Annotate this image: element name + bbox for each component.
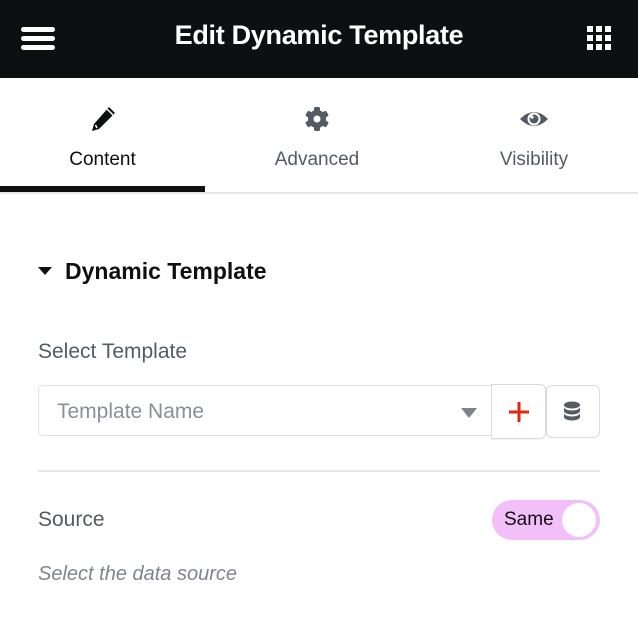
tab-content[interactable]: Content bbox=[0, 78, 205, 192]
source-helper-text: Select the data source bbox=[38, 563, 238, 585]
dynamic-data-button[interactable] bbox=[546, 385, 600, 438]
source-label: Source bbox=[38, 508, 105, 531]
divider bbox=[38, 470, 600, 472]
tab-advanced[interactable]: Advanced bbox=[217, 78, 417, 192]
top-bar: Edit Dynamic Template bbox=[0, 0, 638, 78]
toggle-knob bbox=[562, 503, 596, 537]
tab-label: Advanced bbox=[274, 149, 360, 170]
active-tab-indicator bbox=[0, 186, 205, 192]
database-icon bbox=[564, 401, 580, 421]
select-template-label: Select Template bbox=[38, 340, 188, 363]
source-toggle-label: Same bbox=[504, 509, 554, 530]
tab-bar: Content Advanced Visibility bbox=[0, 78, 638, 194]
plus-icon bbox=[509, 402, 529, 422]
template-select-placeholder: Template Name bbox=[57, 400, 205, 423]
template-select[interactable]: Template Name bbox=[38, 385, 492, 436]
grid-icon[interactable] bbox=[587, 26, 612, 51]
tab-label: Content bbox=[69, 149, 136, 170]
caret-down-icon bbox=[38, 266, 52, 275]
section-title: Dynamic Template bbox=[65, 258, 267, 284]
add-template-button[interactable] bbox=[491, 384, 546, 439]
panel-title: Edit Dynamic Template bbox=[174, 20, 464, 50]
tab-label: Visibility bbox=[499, 149, 569, 170]
dropdown-arrow-icon bbox=[461, 408, 477, 418]
source-toggle[interactable]: Same bbox=[492, 500, 600, 540]
gear-icon bbox=[302, 104, 332, 139]
tab-visibility[interactable]: Visibility bbox=[434, 78, 634, 192]
pencil-icon bbox=[88, 104, 118, 139]
section-toggle[interactable]: Dynamic Template bbox=[38, 258, 267, 285]
eye-icon bbox=[518, 104, 550, 139]
